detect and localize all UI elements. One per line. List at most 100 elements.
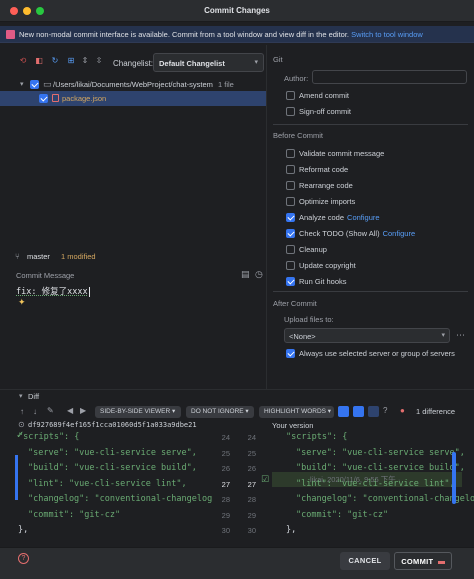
code-line: "lint": "vue-cli-service lint", (28, 478, 187, 489)
scroll-marker[interactable] (452, 452, 456, 504)
refresh-icon[interactable]: ↻ (50, 56, 60, 66)
git-section-title: Git (273, 55, 283, 64)
amend-checkbox[interactable] (286, 91, 295, 100)
help-icon[interactable]: ? (383, 406, 387, 415)
divider (273, 291, 468, 292)
left-line-number: 24 (221, 433, 230, 442)
code-line: "build": "vue-cli-service build", (296, 463, 465, 473)
configure-link[interactable]: Configure (347, 213, 380, 222)
viewer-mode-value: SIDE-BY-SIDE VIEWER (100, 408, 171, 415)
always-use-checkbox[interactable] (286, 349, 295, 358)
option-checkbox[interactable] (286, 181, 295, 190)
code-line: "changelog": "conventional-changelog", (296, 494, 474, 504)
configure-link[interactable]: Configure (383, 229, 416, 238)
root-checkbox[interactable] (30, 80, 39, 89)
option-label: Check TODO (Show All) Configure (299, 229, 415, 238)
options-panel: Git Author: Amend commit Sign-off commit… (266, 45, 474, 390)
notification-banner: New non-modal commit interface is availa… (0, 26, 474, 43)
option-label: Reformat code (299, 165, 348, 174)
help-icon[interactable]: ? (18, 553, 29, 564)
option-text: Rearrange code (299, 181, 353, 190)
option-label: Validate commit message (299, 149, 384, 158)
signoff-label: Sign-off commit (299, 107, 351, 116)
option-checkbox[interactable] (286, 261, 295, 270)
previous-file-icon[interactable]: ◀ (67, 406, 73, 415)
collapse-all-icon[interactable]: ⇳ (94, 56, 104, 66)
left-line-number: 30 (221, 526, 230, 535)
lightbulb-icon[interactable]: ✦ (18, 297, 26, 308)
chevron-down-icon: ▾ (254, 59, 258, 66)
cancel-button[interactable]: CANCEL (340, 552, 390, 570)
show-diff-icon[interactable]: ◧ (34, 56, 44, 66)
expand-all-icon[interactable]: ⇕ (80, 56, 90, 66)
edit-source-icon[interactable]: ✎ (47, 406, 54, 415)
amend-label: Amend commit (299, 91, 350, 100)
option-checkbox[interactable] (286, 197, 295, 206)
option-checkbox[interactable] (286, 149, 295, 158)
commit-button[interactable]: COMMIT (394, 552, 452, 570)
option-checkbox[interactable] (286, 213, 295, 222)
code-line: "changelog": "conventional-changelog", (28, 494, 223, 504)
left-editor[interactable]: ✓ "scripts": {"serve": "vue-cli-service … (0, 430, 222, 548)
code-line: "commit": "git-cz" (296, 509, 389, 520)
tree-root-row[interactable]: ▾ ▭ /Users/likai/Documents/WebProject/ch… (0, 77, 266, 92)
commit-message-label: Commit Message (16, 271, 75, 280)
more-icon[interactable]: ⋯ (456, 330, 465, 341)
next-file-icon[interactable]: ▶ (80, 406, 86, 415)
commit-label: COMMIT (401, 557, 434, 566)
branch-name[interactable]: master (27, 252, 50, 261)
commit-message-text: fix: 修复了xxxx (16, 287, 88, 297)
left-line-number: 27 (221, 479, 230, 489)
diff-panel: ▾ Diff ↑ ↓ ✎ ◀ ▶ SIDE-BY-SIDE VIEWER ▾ D… (0, 389, 474, 548)
viewer-mode-select[interactable]: SIDE-BY-SIDE VIEWER ▾ (95, 406, 181, 418)
signoff-checkbox[interactable] (286, 107, 295, 116)
option-checkbox[interactable] (286, 165, 295, 174)
changelist-select[interactable]: Default Changelist ▾ (153, 53, 264, 72)
commit-template-icon[interactable]: ▤ (241, 269, 250, 280)
chevron-down-icon[interactable] (437, 560, 445, 564)
chevron-down-icon[interactable]: ▾ (20, 80, 24, 88)
right-line-number: 24 (247, 433, 256, 442)
option-label: Optimize imports (299, 197, 355, 206)
collapse-unchanged-icon[interactable] (338, 406, 349, 417)
right-line-number: 26 (247, 464, 256, 473)
tree-file-row[interactable]: package.json (0, 91, 266, 106)
root-file-count: 1 file (218, 80, 234, 89)
code-line: "scripts": { (286, 432, 348, 442)
commit-history-icon[interactable]: ◷ (255, 269, 263, 280)
ignore-whitespace-select[interactable]: DO NOT IGNORE ▾ (186, 406, 254, 418)
option-label: Run Git hooks (299, 277, 347, 286)
right-line-number: 27 (247, 479, 256, 489)
previous-diff-icon[interactable]: ↑ (20, 407, 24, 416)
window-title: Commit Changes (204, 6, 270, 15)
highlight-mode-select[interactable]: HIGHLIGHT WORDS ▾ (259, 406, 334, 418)
settings-icon[interactable] (368, 406, 379, 417)
option-checkbox[interactable] (286, 245, 295, 254)
commit-message-input[interactable]: fix: 修复了xxxx (16, 285, 90, 297)
rollback-icon[interactable]: ⟲ (18, 56, 28, 66)
left-revision: df927689f4ef165f1cca01060d5f1a033a9dbe21 (28, 421, 197, 429)
group-by-icon[interactable]: ⊞ (66, 56, 76, 66)
file-checkbox[interactable] (39, 94, 48, 103)
option-checkbox[interactable] (286, 229, 295, 238)
next-diff-icon[interactable]: ↓ (33, 407, 37, 416)
upload-select[interactable]: <None> ▾ (284, 328, 450, 343)
commit-icon: ⊙ (18, 420, 25, 429)
author-input[interactable] (312, 70, 467, 84)
accept-change-icon[interactable]: ☑ (261, 474, 269, 485)
code-line: "scripts": { (18, 432, 80, 442)
changelist-value: Default Changelist (159, 59, 225, 68)
switch-to-tool-window-link[interactable]: Switch to tool window (351, 30, 423, 39)
option-checkbox[interactable] (286, 277, 295, 286)
option-label: Analyze code Configure (299, 213, 380, 222)
right-line-number: 28 (247, 495, 256, 504)
chevron-down-icon[interactable]: ▾ (19, 392, 23, 400)
code-line: "serve": "vue-cli-service serve", (296, 447, 465, 458)
diff-label[interactable]: Diff (28, 392, 39, 401)
title-bar: Commit Changes (0, 0, 474, 22)
code-line: "commit": "git-cz" (28, 509, 121, 520)
right-editor[interactable]: likai, 2020/11/6, 9:56 下午 · "scripts": {… (272, 430, 474, 548)
option-label: Update copyright (299, 261, 356, 270)
json-file-icon (52, 94, 59, 102)
sync-scroll-icon[interactable] (353, 406, 364, 417)
